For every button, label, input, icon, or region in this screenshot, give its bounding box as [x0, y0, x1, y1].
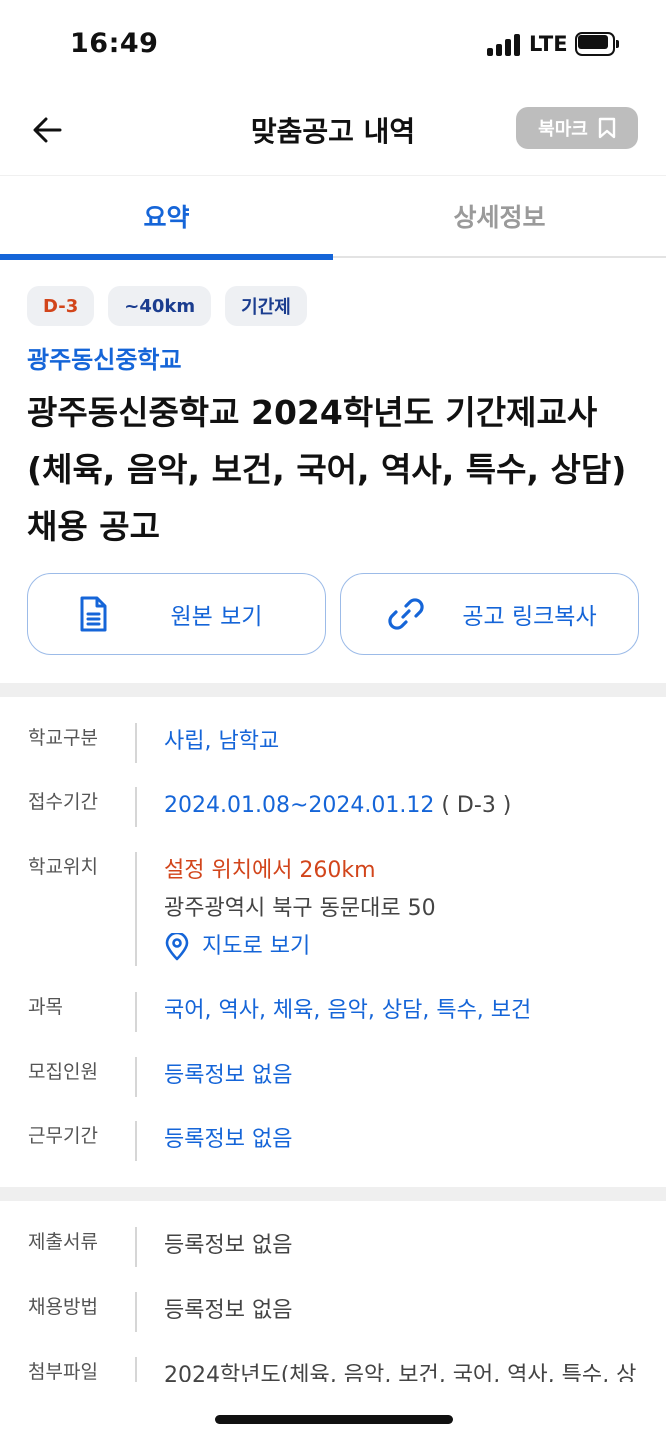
info-value: 사립, 남학교	[164, 729, 280, 754]
map-link[interactable]: 지도로 보기	[164, 928, 436, 966]
post-title: 광주동신중학교 2024학년도 기간제교사 (체육, 음악, 보건, 국어, 역…	[27, 393, 627, 546]
location-pin-icon	[165, 933, 189, 961]
dday-badge: D-3	[27, 286, 95, 326]
nav-bar: 맞춤공고 내역 북마크	[0, 90, 666, 176]
school-name: 광주동신중학교	[27, 346, 182, 374]
location-address: 광주광역시 북구 동문대로 50	[164, 896, 436, 921]
tab-details[interactable]: 상세정보	[333, 176, 666, 256]
home-indicator[interactable]	[215, 1415, 453, 1424]
tag-list: D-3 ~40km 기간제	[27, 286, 307, 326]
signal-icon	[487, 34, 521, 56]
period-dday: ( D-3 )	[441, 793, 512, 818]
period-dates: 2024.01.08~2024.01.12	[164, 793, 435, 818]
network-label: LTE	[529, 32, 568, 56]
info-label: 접수기간	[28, 791, 98, 813]
info-value: 등록정보 없음	[164, 1298, 293, 1323]
copy-link-label: 공고 링크복사	[462, 604, 597, 630]
document-icon	[80, 596, 107, 632]
info-label: 첨부파일	[28, 1361, 98, 1383]
section-divider	[0, 683, 666, 697]
location-distance: 설정 위치에서 260km	[164, 858, 376, 883]
type-badge: 기간제	[225, 286, 307, 326]
info-label: 학교구분	[28, 727, 98, 749]
info-value: 등록정보 없음	[164, 1127, 293, 1152]
info-value: 등록정보 없음	[164, 1063, 293, 1088]
bookmark-label: 북마크	[538, 119, 588, 140]
view-original-button[interactable]: 원본 보기	[27, 573, 326, 655]
battery-icon	[575, 32, 619, 56]
view-original-label: 원본 보기	[170, 604, 263, 630]
status-time: 16:49	[70, 28, 159, 59]
bottom-safe-area	[0, 1382, 666, 1440]
bookmark-icon	[598, 117, 616, 139]
link-icon	[388, 598, 424, 630]
copy-link-button[interactable]: 공고 링크복사	[340, 573, 639, 655]
section-divider	[0, 1187, 666, 1201]
tab-summary[interactable]: 요약	[0, 176, 333, 260]
status-bar: 16:49 LTE	[0, 0, 666, 90]
info-value: 국어, 역사, 체육, 음악, 상담, 특수, 보건	[164, 998, 532, 1023]
info-label: 모집인원	[28, 1061, 98, 1083]
info-label: 채용방법	[28, 1296, 98, 1318]
bookmark-button[interactable]: 북마크	[516, 107, 638, 149]
info-label: 과목	[28, 996, 63, 1018]
info-label: 근무기간	[28, 1125, 98, 1147]
tab-bar: 요약 상세정보	[0, 176, 666, 260]
distance-badge: ~40km	[108, 286, 212, 326]
info-label: 제출서류	[28, 1231, 98, 1253]
info-value: 설정 위치에서 260km 광주광역시 북구 동문대로 50 지도로 보기	[164, 852, 436, 966]
info-label: 학교위치	[28, 856, 98, 878]
map-link-label: 지도로 보기	[202, 934, 311, 959]
info-value: 등록정보 없음	[164, 1233, 293, 1258]
info-value: 2024.01.08~2024.01.12 ( D-3 )	[164, 787, 511, 825]
